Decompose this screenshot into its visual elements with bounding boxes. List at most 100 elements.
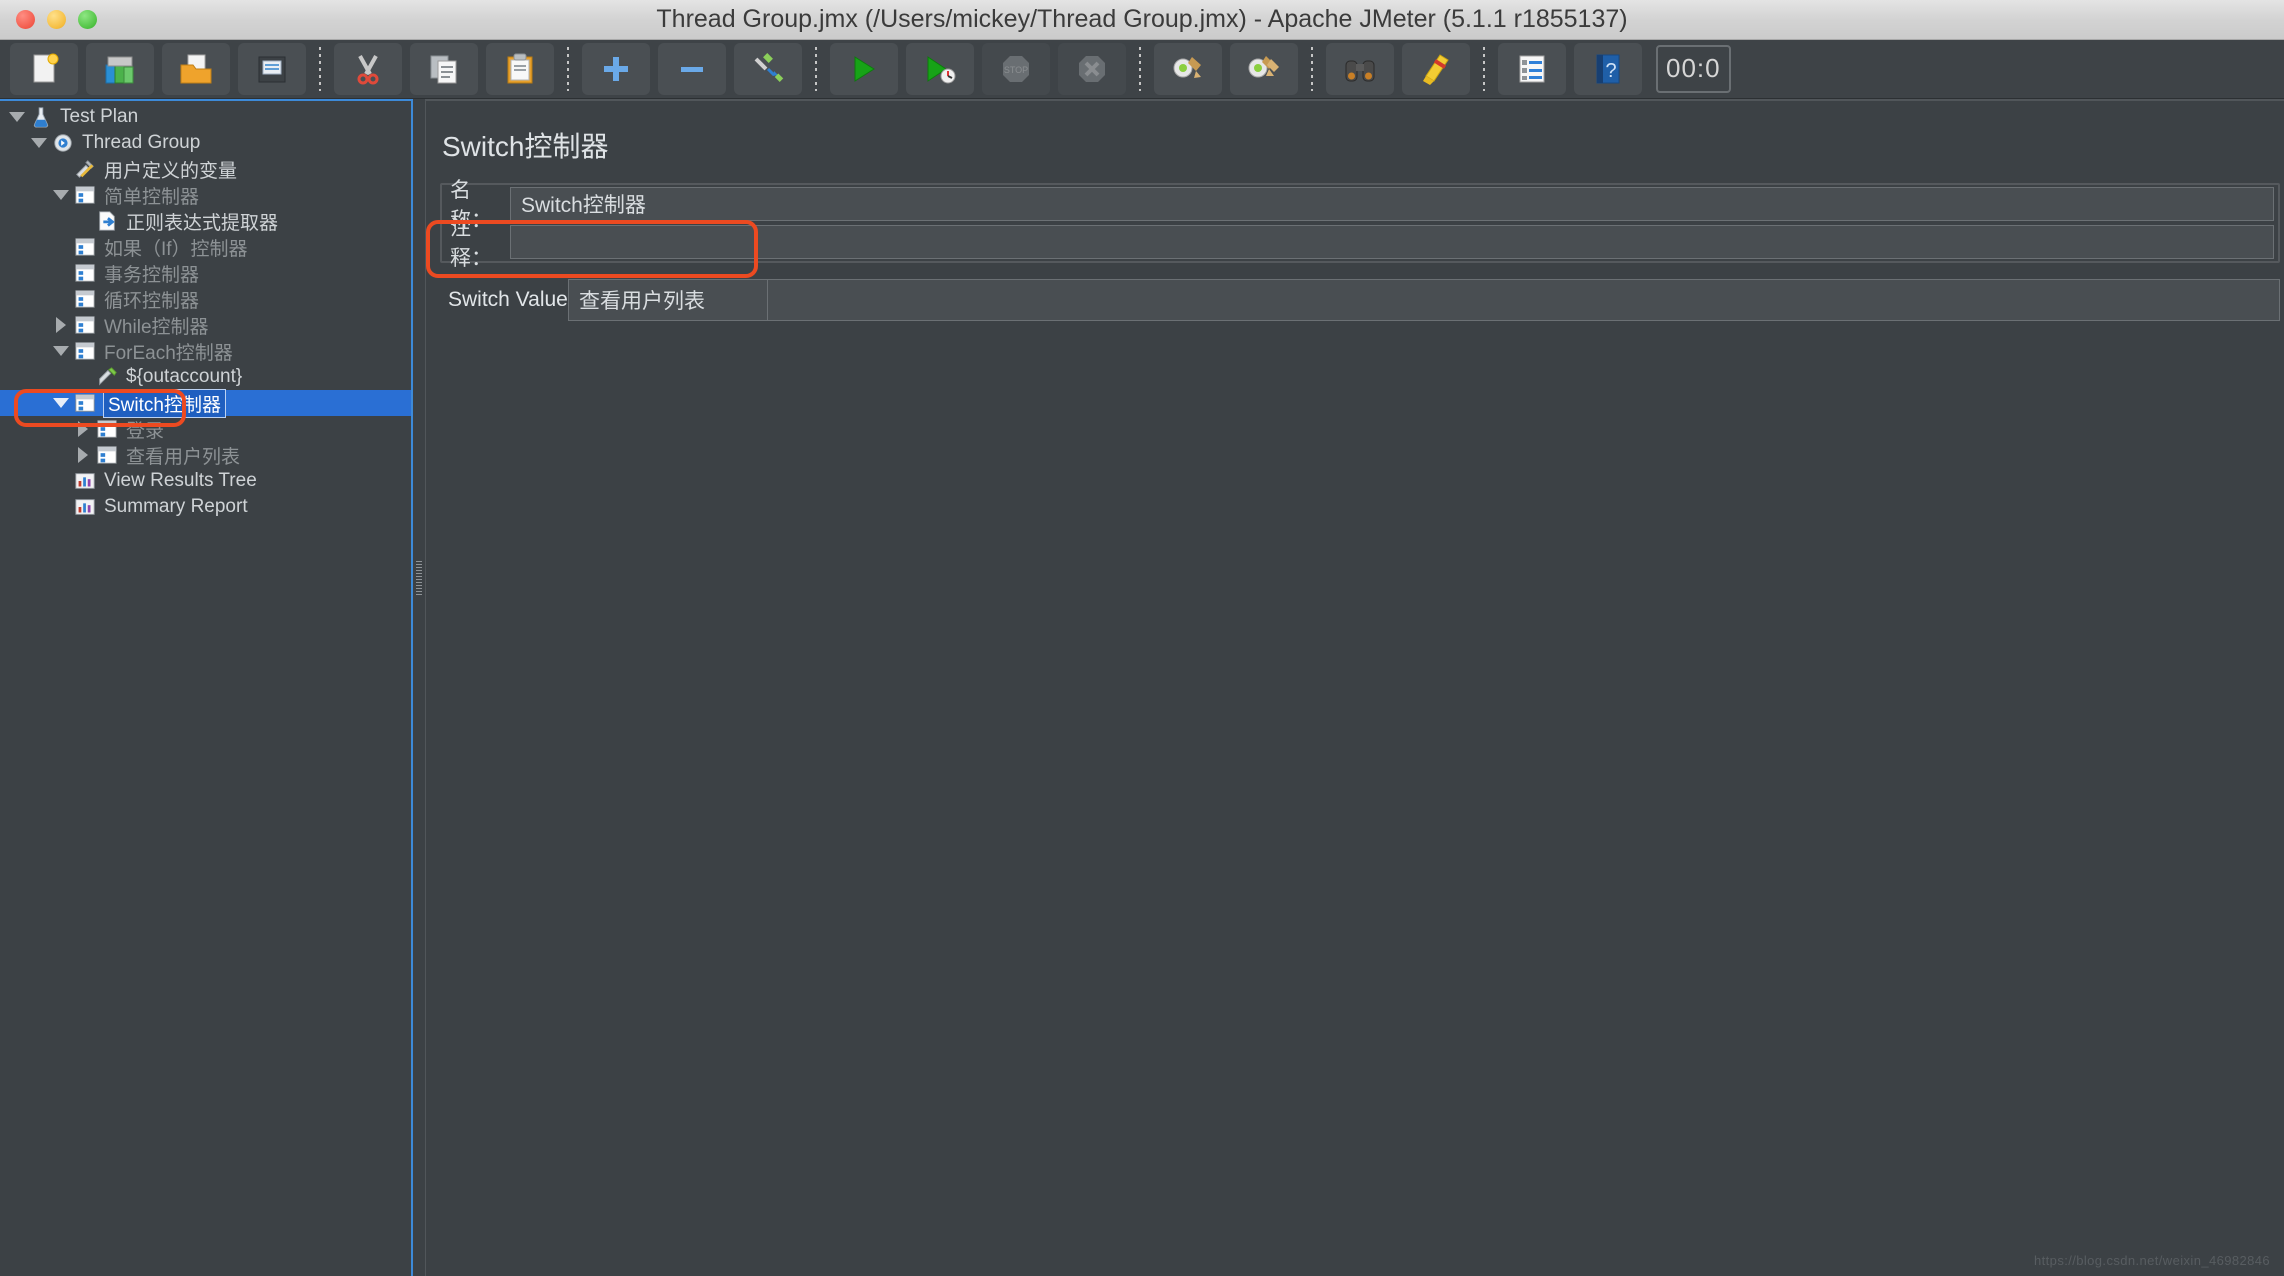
listener-icon [72, 496, 98, 518]
tree-node[interactable]: 循环控制器 [0, 286, 411, 312]
clipboard-icon [502, 51, 538, 87]
splitter-grip[interactable] [416, 561, 422, 595]
name-row: 名称： Switch控制器 [442, 179, 2278, 232]
minus-icon [674, 51, 710, 87]
help-book-icon: ? [1590, 51, 1626, 87]
tree-node[interactable]: While控制器 [0, 312, 411, 338]
controller-icon [94, 418, 120, 440]
toggle-button[interactable] [734, 43, 802, 95]
expand-all-button[interactable] [582, 43, 650, 95]
tree-node[interactable]: 如果（If）控制器 [0, 234, 411, 260]
templates-button[interactable] [86, 43, 154, 95]
open-button[interactable] [162, 43, 230, 95]
collapse-all-button[interactable] [658, 43, 726, 95]
controller-icon [72, 288, 98, 310]
chevron-down-icon[interactable] [50, 346, 72, 356]
tree-node[interactable]: Test Plan [0, 104, 411, 130]
tree-node[interactable]: 事务控制器 [0, 260, 411, 286]
tree-node-label: While控制器 [104, 316, 209, 338]
controller-icon [72, 184, 98, 206]
pane-splitter[interactable] [413, 99, 425, 1276]
tree-node-label: Test Plan [60, 106, 139, 127]
close-window-button[interactable] [16, 10, 35, 29]
gear-brooms-icon [1246, 51, 1282, 87]
main-body: Test Plan Thread Group 用户定义的变量 简单控制器 正则表达式提取… [0, 99, 2284, 1276]
new-file-icon [26, 51, 62, 87]
separator-6 [1483, 47, 1485, 91]
shutdown-button [1058, 43, 1126, 95]
chevron-right-icon[interactable] [50, 317, 72, 333]
chevron-right-icon[interactable] [72, 447, 94, 463]
svg-text:STOP: STOP [1004, 65, 1028, 75]
tree-node-label: View Results Tree [104, 470, 257, 491]
tree-node-label: 查看用户列表 [126, 446, 241, 468]
copy-icon [426, 51, 462, 87]
copy-button[interactable] [410, 43, 478, 95]
sampler-icon [94, 366, 120, 388]
tree-node[interactable]: 正则表达式提取器 [0, 208, 411, 234]
controller-icon [72, 262, 98, 284]
tree-node[interactable]: Summary Report [0, 494, 411, 520]
save-disk-icon [254, 51, 290, 87]
tree-node-label: Summary Report [104, 496, 248, 517]
name-input[interactable]: Switch控制器 [510, 187, 2274, 221]
tree-node[interactable]: Thread Group [0, 130, 411, 156]
minimize-window-button[interactable] [47, 10, 66, 29]
clear-button[interactable] [1154, 43, 1222, 95]
start-button[interactable] [830, 43, 898, 95]
chevron-right-icon[interactable] [72, 421, 94, 437]
help-button[interactable]: ? [1574, 43, 1642, 95]
function-helper-button[interactable] [1498, 43, 1566, 95]
thread-group-icon [50, 132, 76, 154]
tree-node-label: ${outaccount} [126, 366, 243, 387]
function-list-icon [1514, 51, 1550, 87]
shutdown-x-icon [1074, 51, 1110, 87]
tree-node[interactable]: ForEach控制器 [0, 338, 411, 364]
tree-node[interactable]: 查看用户列表 [0, 442, 411, 468]
tree-node[interactable]: 简单控制器 [0, 182, 411, 208]
separator-3 [815, 47, 817, 91]
new-button[interactable] [10, 43, 78, 95]
start-no-pause-button[interactable] [906, 43, 974, 95]
tree-node[interactable]: ${outaccount} [0, 364, 411, 390]
switch-value-input[interactable]: 查看用户列表 [568, 279, 768, 321]
tree-node[interactable]: View Results Tree [0, 468, 411, 494]
tree-node[interactable]: 登录 [0, 416, 411, 442]
chevron-down-icon[interactable] [50, 398, 72, 408]
tree-node-label: 用户定义的变量 [104, 160, 238, 182]
clear-all-button[interactable] [1230, 43, 1298, 95]
search-button[interactable] [1326, 43, 1394, 95]
controller-icon [72, 236, 98, 258]
title-bar: Thread Group.jmx (/Users/mickey/Thread G… [0, 0, 2284, 40]
element-detail-pane: Switch控制器 名称： Switch控制器 注释： Switch Value… [425, 99, 2284, 1276]
switch-value-label: Switch Value [448, 288, 568, 311]
save-button[interactable] [238, 43, 306, 95]
broom-yellow-icon [1418, 51, 1454, 87]
chevron-down-icon[interactable] [28, 138, 50, 148]
reset-search-button[interactable] [1402, 43, 1470, 95]
elapsed-timer: 00:0 [1656, 45, 1731, 93]
tree-node-label: 循环控制器 [104, 290, 200, 312]
tree-node-label: 事务控制器 [104, 264, 200, 286]
maximize-window-button[interactable] [78, 10, 97, 29]
chevron-down-icon[interactable] [50, 190, 72, 200]
switch-value-row: Switch Value 查看用户列表 [440, 279, 2284, 321]
tree-node-label: Switch控制器 [103, 388, 226, 418]
controller-icon [94, 444, 120, 466]
tree-node[interactable]: Switch控制器 [0, 388, 411, 418]
comment-input[interactable] [510, 225, 2274, 259]
separator-4 [1139, 47, 1141, 91]
tree-node-label: 简单控制器 [104, 186, 200, 208]
tree-node[interactable]: 用户定义的变量 [0, 156, 411, 182]
cut-button[interactable] [334, 43, 402, 95]
play-nopause-icon [922, 51, 958, 87]
test-plan-tree[interactable]: Test Plan Thread Group 用户定义的变量 简单控制器 正则表达式提取… [0, 101, 411, 520]
switch-value-input-extension[interactable] [768, 279, 2280, 321]
paste-button[interactable] [486, 43, 554, 95]
window-title: Thread Group.jmx (/Users/mickey/Thread G… [656, 5, 1628, 33]
window-controls [0, 10, 97, 29]
stop-icon: STOP [998, 51, 1034, 87]
tree-node-label: 如果（If）控制器 [104, 238, 248, 260]
tree-node-label: 登录 [126, 420, 165, 442]
chevron-down-icon[interactable] [6, 112, 28, 122]
